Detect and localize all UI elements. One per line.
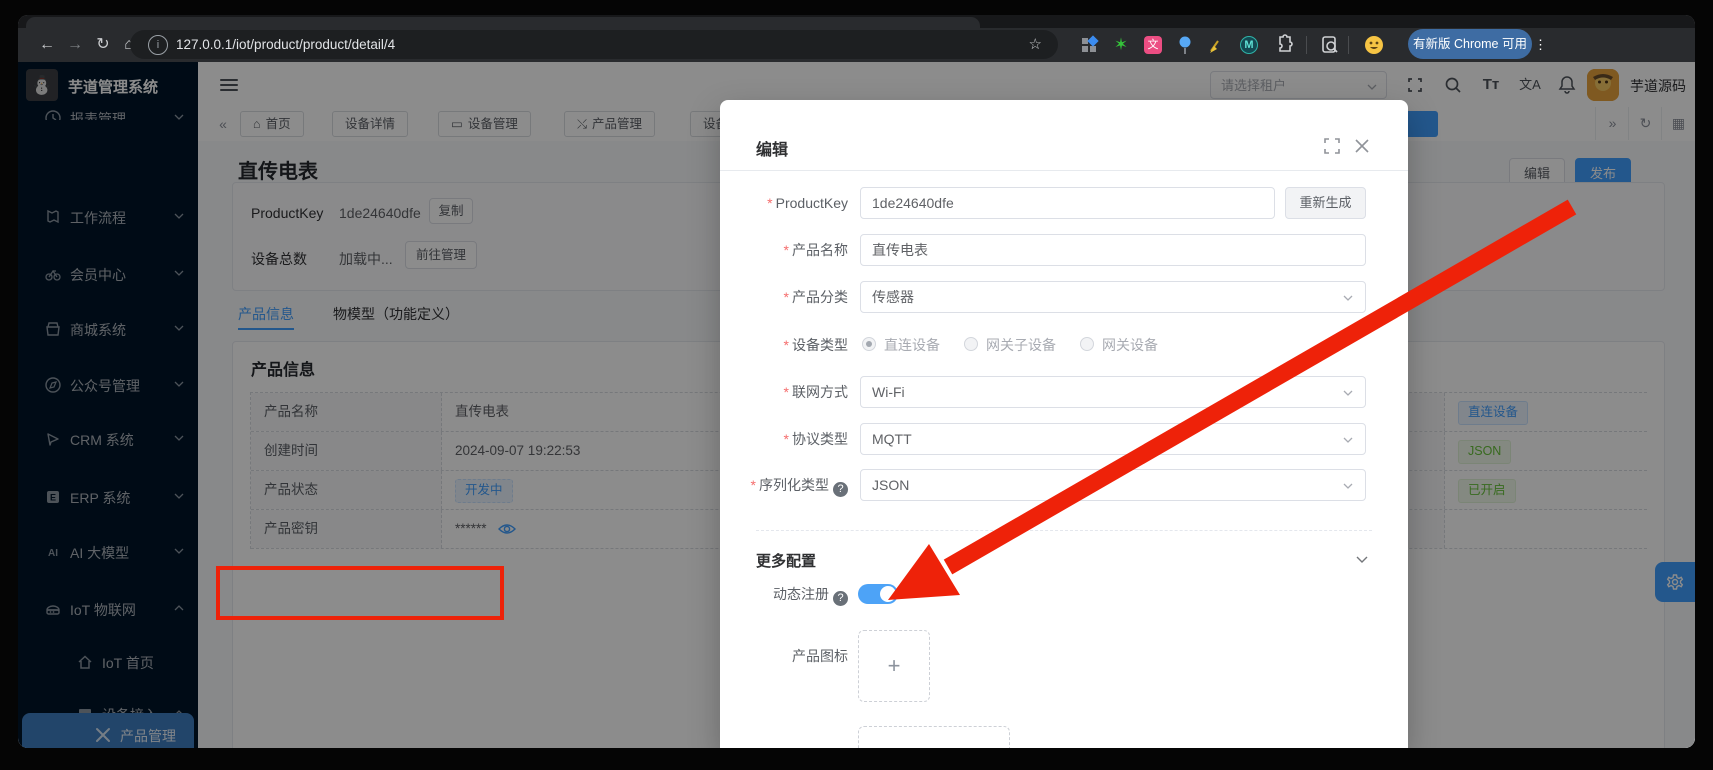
chevron-down-icon — [1343, 295, 1353, 301]
required-mark: * — [783, 431, 789, 447]
help-icon[interactable]: ? — [833, 591, 848, 606]
required-mark: * — [750, 477, 756, 493]
extension-grid-icon[interactable] — [1077, 33, 1101, 57]
field-label: 产品图标 — [792, 648, 848, 664]
field-label: * 产品分类 — [783, 289, 848, 305]
required-mark: * — [783, 384, 789, 400]
input-value: 直传电表 — [872, 242, 928, 258]
extension-broom-icon[interactable] — [1205, 33, 1229, 57]
regenerate-button[interactable]: 重新生成 — [1285, 187, 1366, 219]
field-label: * 设备类型 — [783, 337, 848, 353]
icon-upload-box[interactable]: + — [858, 630, 930, 702]
partial-upload-box[interactable] — [858, 726, 1010, 748]
extension-star-icon[interactable]: ✶ — [1109, 33, 1133, 57]
codec-select[interactable]: JSON — [860, 469, 1366, 501]
form-row-net-type: * 联网方式 Wi-Fi — [720, 376, 1408, 408]
bookmark-star-icon[interactable]: ☆ — [1029, 35, 1042, 53]
toolbar-divider — [1306, 36, 1307, 54]
form-row-product-name: * 产品名称 直传电表 — [720, 234, 1408, 266]
dynamic-register-toggle[interactable] — [858, 584, 898, 604]
chrome-menu-icon[interactable]: ⋮ — [1534, 37, 1547, 53]
plus-icon: + — [887, 653, 901, 678]
reload-icon[interactable]: ↻ — [90, 32, 116, 58]
field-label: 动态注册? — [720, 583, 848, 606]
chrome-update-label: 有新版 Chrome 可用 — [1413, 37, 1527, 51]
toggle-knob — [880, 586, 896, 602]
form-row-product-icon: 产品图标 + — [720, 630, 1408, 710]
net-type-select[interactable]: Wi-Fi — [860, 376, 1366, 408]
required-mark: * — [783, 337, 789, 353]
chevron-down-icon — [1343, 483, 1353, 489]
extension-balloon-icon[interactable] — [1173, 33, 1197, 57]
field-label: * 序列化类型? — [720, 469, 848, 501]
form-row-protocol: * 协议类型 MQTT — [720, 423, 1408, 455]
site-info-icon[interactable]: i — [148, 35, 168, 55]
dialog-title: 编辑 — [756, 142, 789, 159]
radio-gateway-sub-device[interactable] — [964, 337, 978, 351]
forward-icon[interactable]: → — [62, 32, 88, 58]
toolbar-divider — [1348, 36, 1349, 54]
more-config-header[interactable]: 更多配置 — [756, 550, 816, 571]
url-text[interactable]: 127.0.0.1/iot/product/product/detail/4 — [176, 37, 395, 52]
browser-window: ← → ↻ ⌂ i 127.0.0.1/iot/product/product/… — [18, 15, 1695, 748]
radio-label[interactable]: 网关设备 — [1102, 329, 1158, 361]
regenerate-label: 重新生成 — [1299, 195, 1352, 210]
radio-label[interactable]: 直连设备 — [884, 329, 940, 361]
screenshot-stage: ← → ↻ ⌂ i 127.0.0.1/iot/product/product/… — [0, 0, 1713, 770]
section-divider — [756, 530, 1372, 531]
field-label: * 协议类型 — [783, 431, 848, 447]
dialog-close-icon[interactable] — [1354, 138, 1372, 156]
chevron-down-icon — [1343, 437, 1353, 443]
select-value: 传感器 — [872, 289, 914, 305]
browser-tab-strip — [18, 15, 1695, 30]
form-row-category: * 产品分类 传感器 — [720, 281, 1408, 313]
address-bar[interactable]: i 127.0.0.1/iot/product/product/detail/4… — [130, 30, 1058, 59]
required-mark: * — [767, 195, 773, 211]
extension-m-icon[interactable]: M — [1237, 33, 1261, 57]
extensions-puzzle-icon[interactable] — [1273, 33, 1297, 57]
chevron-down-icon[interactable] — [1356, 555, 1368, 564]
select-value: MQTT — [872, 431, 912, 447]
product-name-input[interactable]: 直传电表 — [860, 234, 1366, 266]
profile-avatar-icon[interactable] — [1362, 33, 1386, 57]
back-icon[interactable]: ← — [34, 32, 60, 58]
radio-gateway-device[interactable] — [1080, 337, 1094, 351]
select-value: Wi-Fi — [872, 384, 905, 400]
chrome-update-button[interactable]: 有新版 Chrome 可用 — [1408, 29, 1532, 59]
chevron-down-icon — [1343, 390, 1353, 396]
product-key-input[interactable]: 1de24640dfe — [860, 187, 1275, 219]
radio-label[interactable]: 网关子设备 — [986, 329, 1056, 361]
find-in-page-icon[interactable] — [1318, 33, 1342, 57]
radio-direct-device[interactable] — [862, 337, 876, 351]
required-mark: * — [783, 242, 789, 258]
dialog-fullscreen-icon[interactable] — [1324, 138, 1342, 156]
input-value: 1de24640dfe — [872, 195, 954, 211]
form-row-dynamic-register: 动态注册? — [720, 583, 1408, 606]
field-label: * 联网方式 — [783, 384, 848, 400]
field-label: * 产品名称 — [783, 242, 848, 258]
browser-chrome: ← → ↻ ⌂ i 127.0.0.1/iot/product/product/… — [18, 15, 1695, 62]
form-row-device-type: * 设备类型 直连设备 网关子设备 网关设备 — [720, 329, 1408, 361]
help-icon[interactable]: ? — [833, 482, 848, 497]
dialog-header-divider — [720, 170, 1408, 171]
select-value: JSON — [872, 477, 910, 493]
form-row-codec: * 序列化类型? JSON — [720, 469, 1408, 501]
edit-dialog: 编辑 * ProductKey 1de24640dfe 重新生成 * 产品名称 直传… — [720, 100, 1408, 748]
required-mark: * — [783, 289, 789, 305]
protocol-select[interactable]: MQTT — [860, 423, 1366, 455]
form-row-product-key: * ProductKey 1de24640dfe 重新生成 — [720, 187, 1408, 219]
category-select[interactable]: 传感器 — [860, 281, 1366, 313]
field-label: * ProductKey — [767, 195, 848, 211]
browser-toolbar: ← → ↻ ⌂ i 127.0.0.1/iot/product/product/… — [18, 28, 1695, 62]
extension-translate-icon[interactable]: 文 — [1141, 33, 1165, 57]
